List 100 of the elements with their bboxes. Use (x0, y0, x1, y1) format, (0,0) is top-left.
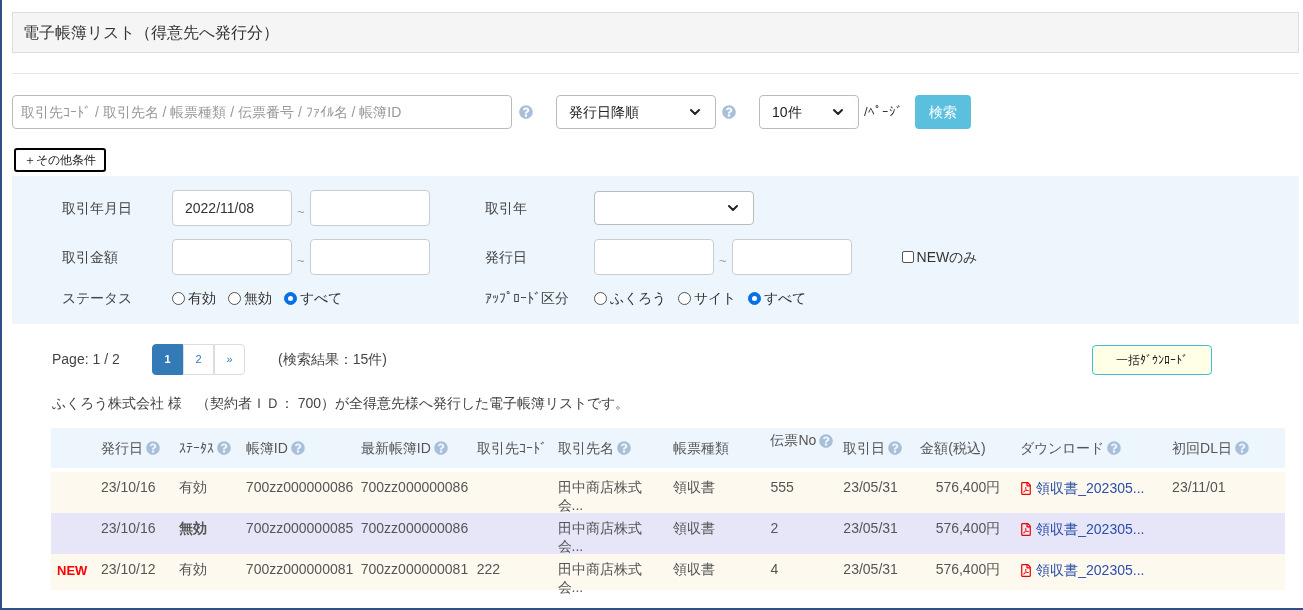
download-link[interactable]: 領収書_202305... (1020, 519, 1173, 540)
input-field[interactable] (309, 190, 430, 226)
table-cell-text: 576,400円 (934, 478, 1001, 496)
help-icon[interactable] (722, 105, 736, 119)
radio-button[interactable] (678, 291, 691, 305)
table-cell-text: 23/05/31 (843, 560, 899, 578)
radio-label: ふくろう (610, 288, 666, 308)
download-link[interactable]: 領収書_202305... (1020, 478, 1173, 499)
new-label: NEW (57, 563, 88, 578)
table-cell-text: 23/05/31 (843, 478, 899, 496)
table-cell-text: 576,400円 (934, 519, 1001, 537)
table-cell-text: 23/10/12 (100, 560, 157, 578)
page-button[interactable]: » (214, 344, 245, 375)
column-header: 帳票種類 (672, 438, 729, 458)
range-separator: ~ (297, 203, 305, 222)
download-link[interactable]: 領収書_202305... (1020, 560, 1173, 581)
input-field[interactable] (731, 239, 852, 275)
table-cell-text: 700zz000000086 (360, 478, 470, 496)
range-separator: ~ (297, 252, 305, 271)
help-icon[interactable] (519, 105, 533, 119)
radio-label: すべて (300, 288, 342, 308)
table-cell-text: 4 (770, 560, 780, 578)
input-field[interactable] (309, 239, 430, 275)
table-cell-text: 23/10/16 (100, 478, 157, 496)
help-icon[interactable] (1107, 441, 1122, 455)
radio-button[interactable] (594, 291, 607, 305)
radio-label: 無効 (244, 288, 272, 308)
filter-label: 取引金額 (62, 247, 119, 267)
pdf-icon (1020, 564, 1033, 577)
input-field[interactable] (172, 239, 292, 275)
pdf-icon (1020, 482, 1033, 495)
radio-button[interactable] (172, 291, 185, 305)
bulk-download-button[interactable]: 一括ﾀﾞｳﾝﾛｰﾄﾞ (1092, 344, 1212, 375)
help-icon[interactable] (888, 441, 903, 455)
table-cell-text: 領収書 (672, 560, 716, 578)
input-field[interactable]: 2022/11/08 (172, 190, 292, 226)
table-cell-text: 田中商店株式会... (557, 478, 643, 514)
column-header: 発行日 (100, 438, 143, 458)
sort-select[interactable]: 発行日降順 (556, 95, 716, 129)
column-header: 初回DL日 (1172, 438, 1232, 458)
radio-label: すべて (764, 288, 806, 308)
table-cell-text: 田中商店株式会... (557, 560, 643, 596)
filter-label: ｱｯﾌﾟﾛｰﾄﾞ区分 (485, 288, 570, 308)
table-cell-text: 田中商店株式会... (557, 519, 643, 555)
table-cell-text: 23/11/01 (1172, 478, 1227, 496)
help-icon[interactable] (290, 441, 305, 455)
description: ふくろう株式会社 様 （契約者ＩＤ： 700）が全得意先様へ発行した電子帳簿リストです。 (51, 394, 631, 413)
help-icon[interactable] (616, 441, 631, 455)
table-cell-text: 領収書 (672, 478, 716, 496)
column-header: 帳簿ID (245, 438, 288, 458)
page-button[interactable]: 1 (152, 344, 183, 375)
table-cell-text: 2 (770, 519, 780, 537)
radio-button[interactable] (284, 291, 297, 305)
column-header: ダウンロード (1020, 438, 1105, 458)
table-cell-text: 700zz000000081 (245, 560, 355, 578)
help-icon[interactable] (433, 441, 448, 455)
range-separator: ~ (719, 252, 727, 271)
table-cell-text: 700zz000000086 (360, 519, 470, 537)
column-header: 最新帳簿ID (360, 438, 431, 458)
help-icon[interactable] (819, 433, 834, 448)
filter-label: 取引年 (485, 198, 528, 218)
per-page-select[interactable]: 10件 (759, 95, 859, 129)
title-bar: 電子帳簿リスト（得意先へ発行分） (12, 12, 1299, 53)
table-cell-text: 222 (476, 560, 501, 578)
column-header: ｽﾃｰﾀｽ (178, 438, 214, 458)
table-cell-text: 555 (770, 478, 795, 496)
page-info: Page: 1 / 2 (52, 350, 121, 369)
year-select[interactable] (594, 191, 754, 225)
radio-button[interactable] (228, 291, 241, 305)
table-cell-text: 有効 (178, 560, 208, 578)
checkbox[interactable] (901, 251, 914, 263)
radio-label: サイト (694, 288, 736, 308)
filter-label: 取引年月日 (62, 198, 133, 218)
column-header: 伝票No (770, 431, 817, 450)
column-header: 取引日 (843, 438, 886, 458)
column-header: 金額(税込) (920, 438, 986, 458)
table-cell-text: 有効 (178, 478, 208, 496)
table-cell-text: 無効 (178, 519, 208, 537)
more-conditions-button[interactable]: ＋その他条件 (14, 148, 106, 172)
table-cell-text: 23/10/16 (100, 519, 157, 537)
help-icon[interactable] (145, 441, 160, 455)
table-cell-text: 700zz000000086 (245, 478, 355, 496)
table-cell-text: 576,400円 (934, 560, 1001, 578)
input-field[interactable] (594, 239, 714, 275)
result-count: (検索結果：15件) (278, 350, 387, 369)
filter-label: ステータス (62, 288, 133, 308)
column-header: 取引先ｺｰﾄﾞ (476, 438, 547, 458)
table-cell-text: 700zz000000085 (245, 519, 355, 537)
table-cell-text: 23/05/31 (843, 519, 899, 537)
help-icon[interactable] (216, 441, 231, 455)
per-page-label: /ﾍﾟｰｼﾞ (864, 103, 903, 122)
radio-button[interactable] (748, 291, 761, 305)
page-button[interactable]: 2 (183, 344, 214, 375)
help-icon[interactable] (1235, 441, 1249, 455)
pdf-icon (1020, 523, 1033, 536)
filter-label: 発行日 (485, 247, 528, 267)
checkbox-label: NEWのみ (916, 247, 978, 267)
column-header: 取引先名 (557, 438, 614, 458)
table-cell-text: 700zz000000081 (360, 560, 470, 578)
table-cell-text: 領収書 (672, 519, 716, 537)
